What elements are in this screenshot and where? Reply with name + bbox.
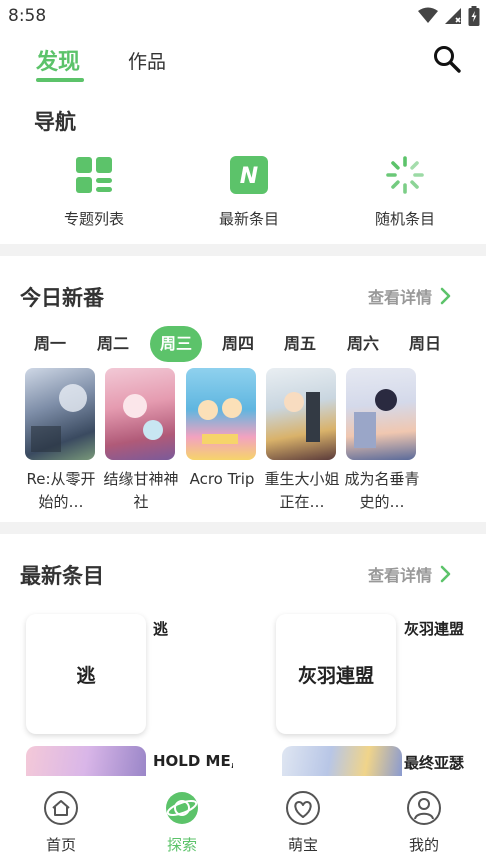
- bottom-nav-explore[interactable]: 探索: [142, 790, 222, 855]
- nav-item-label: 专题列表: [63, 210, 124, 228]
- anime-card[interactable]: 结缘甘神神社: [103, 368, 179, 514]
- tab-discover[interactable]: 发现: [36, 44, 80, 76]
- latest-item-name[interactable]: 逃: [153, 618, 233, 639]
- heart-icon: [286, 791, 320, 825]
- day-tab-wed[interactable]: 周三: [150, 326, 202, 362]
- anime-card[interactable]: 重生大小姐正在…: [264, 368, 340, 514]
- anime-title: Acro Trip: [189, 470, 255, 488]
- bottom-nav-label: 我的: [408, 836, 439, 854]
- signal-icon: [445, 8, 461, 24]
- more-link-label: 查看详情: [368, 566, 433, 585]
- bottom-nav-profile[interactable]: 我的: [384, 790, 464, 855]
- anime-card[interactable]: Acro Trip: [186, 368, 258, 491]
- latest-item-name[interactable]: HOLD ME,: [153, 752, 233, 770]
- latest-item-thumbnail[interactable]: [26, 746, 146, 776]
- search-button[interactable]: [432, 44, 462, 74]
- latest-item-card-text: 逃: [76, 664, 96, 687]
- status-time: 8:58: [8, 6, 47, 26]
- anime-title: Re:从零开始的…: [26, 470, 96, 511]
- day-tab-fri[interactable]: 周五: [274, 326, 326, 362]
- nav-section-title: 导航: [34, 110, 76, 134]
- loading-spinner-icon: [386, 156, 424, 194]
- nav-item-label: 最新条目: [218, 210, 279, 228]
- nav-item-topics[interactable]: 专题列表: [34, 156, 154, 229]
- battery-icon: [468, 6, 480, 26]
- home-icon: [44, 791, 78, 825]
- tab-active-indicator: [36, 78, 84, 82]
- chevron-right-icon: [440, 565, 451, 583]
- latest-item-card[interactable]: 灰羽連盟: [276, 614, 396, 734]
- n-badge-icon: N: [230, 156, 268, 194]
- day-tab-mon[interactable]: 周一: [24, 326, 76, 362]
- svg-text:N: N: [240, 164, 258, 189]
- top-tabs: 发现 作品: [0, 34, 486, 86]
- planet-icon: [166, 792, 198, 824]
- latest-section-title: 最新条目: [20, 564, 104, 588]
- today-section-title: 今日新番: [20, 286, 104, 310]
- latest-item-card[interactable]: 逃: [26, 614, 146, 734]
- anime-cover: [266, 368, 336, 460]
- latest-item-card-text: 灰羽連盟: [297, 664, 374, 687]
- day-tab-thu[interactable]: 周四: [212, 326, 264, 362]
- tab-works[interactable]: 作品: [128, 47, 166, 74]
- more-link-label: 查看详情: [368, 288, 433, 307]
- today-more-link[interactable]: 查看详情: [368, 284, 452, 308]
- search-icon: [434, 46, 461, 73]
- latest-item-name[interactable]: 最终亚瑟: [404, 752, 486, 773]
- grid-icon: [76, 157, 112, 193]
- day-tab-sun[interactable]: 周日: [399, 326, 451, 362]
- latest-item-name[interactable]: 灰羽連盟: [404, 618, 486, 639]
- bottom-nav-label: 首页: [45, 836, 76, 854]
- day-tab-tue[interactable]: 周二: [87, 326, 139, 362]
- latest-item-thumbnail[interactable]: [282, 746, 402, 776]
- nav-item-label: 随机条目: [374, 210, 435, 228]
- anime-card[interactable]: 成为名垂青史的…: [344, 368, 420, 514]
- status-bar: 8:58: [0, 0, 486, 34]
- day-tab-sat[interactable]: 周六: [337, 326, 389, 362]
- bottom-nav: 首页 探索 萌宝 我的: [0, 776, 486, 864]
- anime-card[interactable]: Re:从零开始的…: [25, 368, 97, 514]
- anime-title: 结缘甘神神社: [103, 470, 179, 511]
- bottom-nav-home[interactable]: 首页: [21, 790, 101, 855]
- anime-cover: [105, 368, 175, 460]
- status-icons: [418, 6, 480, 26]
- wifi-icon: [418, 7, 438, 23]
- user-icon: [407, 791, 441, 825]
- chevron-right-icon: [440, 287, 451, 305]
- section-divider: [0, 244, 486, 256]
- latest-more-link[interactable]: 查看详情: [368, 562, 452, 586]
- anime-title: 重生大小姐正在…: [264, 470, 340, 511]
- bottom-nav-label: 探索: [166, 836, 197, 854]
- weekday-selector: 周一 周二 周三 周四 周五 周六 周日: [20, 326, 466, 364]
- nav-item-random[interactable]: 随机条目: [345, 156, 465, 229]
- anime-cover: [25, 368, 95, 460]
- bottom-nav-favorites[interactable]: 萌宝: [263, 790, 343, 855]
- section-divider: [0, 522, 486, 534]
- anime-cover: [186, 368, 256, 460]
- anime-cover: [346, 368, 416, 460]
- bottom-nav-label: 萌宝: [287, 836, 318, 854]
- anime-title: 成为名垂青史的…: [344, 470, 420, 511]
- nav-item-latest[interactable]: N 最新条目: [189, 156, 309, 229]
